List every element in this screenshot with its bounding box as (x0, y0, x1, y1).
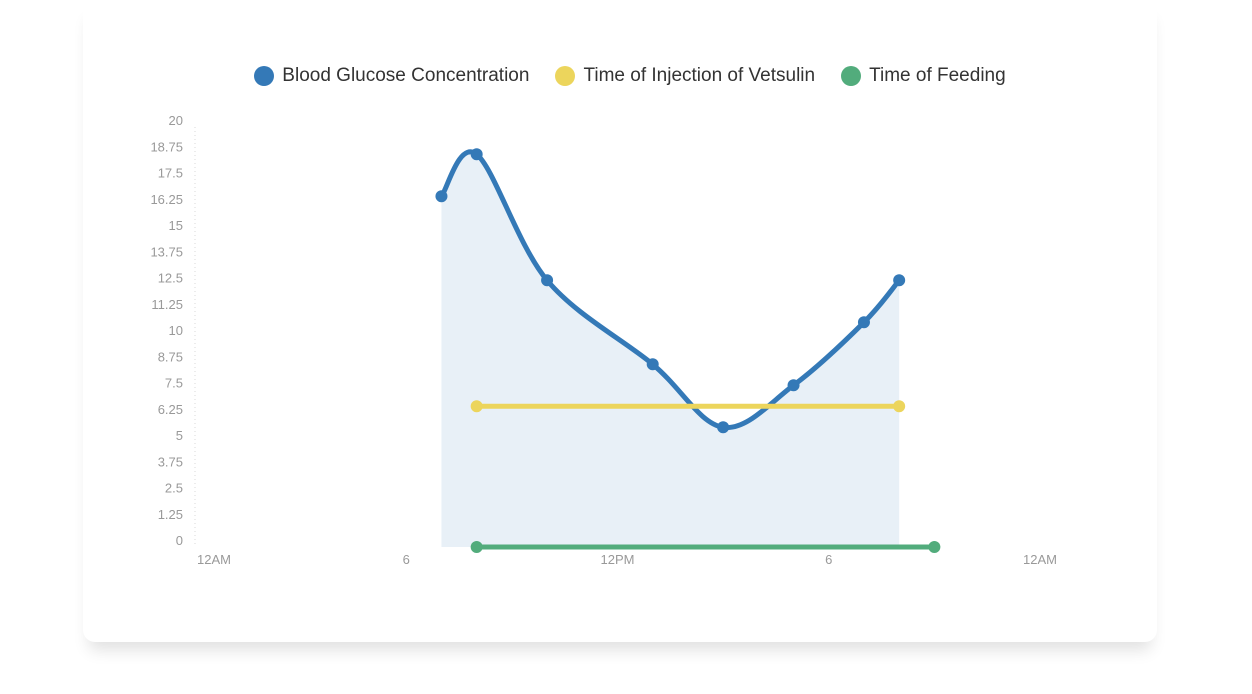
x-tick-label: 12AM (1023, 552, 1057, 567)
y-tick-label: 0 (176, 533, 183, 548)
y-tick-label: 5 (176, 428, 183, 443)
y-tick-label: 13.75 (150, 244, 183, 259)
blood-glucose-concentration-point[interactable] (541, 274, 554, 287)
blood-glucose-concentration-point[interactable] (435, 190, 448, 203)
time-of-feeding-point[interactable] (470, 541, 483, 553)
x-tick-label: 12AM (197, 552, 231, 567)
y-tick-label: 11.25 (151, 297, 183, 312)
y-tick-label: 16.25 (150, 192, 183, 207)
y-tick-label: 6.25 (158, 402, 183, 417)
x-tick-label: 6 (403, 552, 410, 567)
y-tick-label: 15 (169, 218, 183, 233)
y-tick-label: 7.5 (165, 376, 183, 391)
blood-glucose-concentration-point[interactable] (787, 379, 800, 392)
blood-glucose-concentration-point[interactable] (857, 316, 870, 329)
y-tick-label: 3.75 (158, 454, 183, 469)
blood-glucose-concentration-point[interactable] (470, 148, 483, 161)
blood-glucose-concentration-point[interactable] (893, 274, 906, 287)
time-of-injection-of-vetsulin-point[interactable] (470, 400, 483, 413)
blood-glucose-concentration-point[interactable] (646, 358, 659, 371)
y-axis-ticks: 0 1.25 2.5 3.75 5 6.25 7.5 8.75 10 11.25 12.5 13.75… (150, 113, 183, 548)
y-tick-label: 8.75 (158, 349, 183, 364)
glucose-line-chart: 0 1.25 2.5 3.75 5 6.25 7.5 8.75 10 11.25 12.5 13.75… (150, 113, 1057, 567)
time-of-injection-of-vetsulin-point[interactable] (893, 400, 906, 413)
plot-area (435, 148, 941, 553)
y-tick-label: 20 (169, 113, 183, 128)
x-tick-label: 12PM (601, 552, 635, 567)
y-tick-label: 12.5 (158, 271, 183, 286)
blood-glucose-concentration-point[interactable] (717, 421, 730, 434)
time-of-feeding-point[interactable] (928, 541, 941, 553)
y-tick-label: 10 (169, 323, 183, 338)
x-tick-label: 6 (825, 552, 832, 567)
y-tick-label: 2.5 (165, 481, 183, 496)
y-tick-label: 18.75 (150, 139, 183, 154)
x-axis-ticks: 12AM 6 12PM 6 12AM (197, 552, 1057, 567)
y-tick-label: 1.25 (158, 507, 183, 522)
y-tick-label: 17.5 (158, 166, 183, 181)
